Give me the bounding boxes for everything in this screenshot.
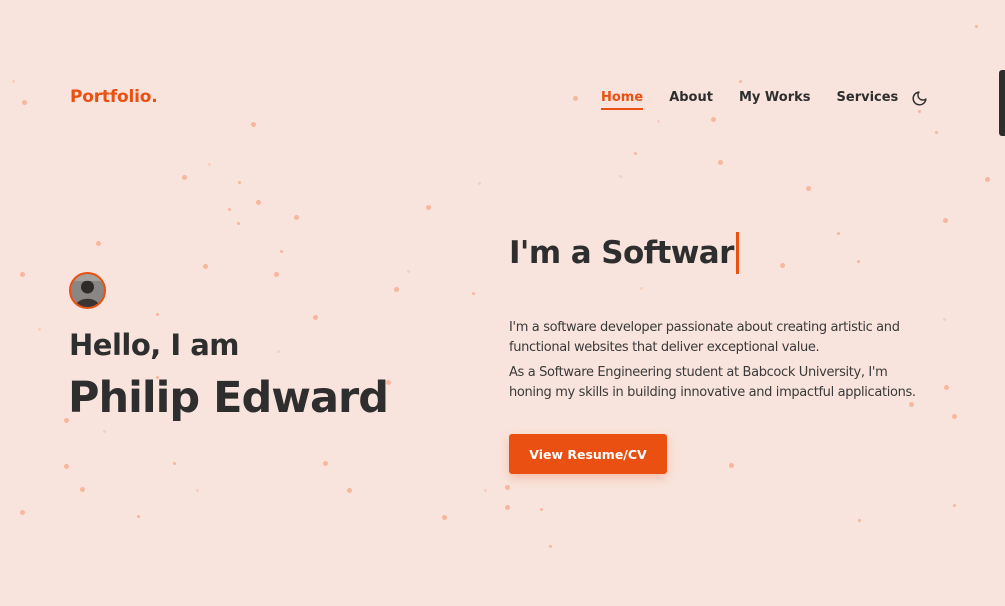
typing-cursor: [735, 232, 739, 274]
nav-item-home[interactable]: Home: [601, 90, 644, 110]
study-paragraph: As a Software Engineering student at Bab…: [509, 365, 916, 400]
scrollbar-thumb[interactable]: [999, 70, 1005, 136]
profile-photo: [71, 274, 104, 307]
greeting-text: Hello, I am: [69, 328, 240, 362]
typed-text: I'm a Softwar: [509, 235, 734, 271]
moon-icon: [912, 91, 927, 106]
nav-item-about[interactable]: About: [669, 90, 713, 105]
intro-paragraph: I'm a software developer passionate abou…: [509, 320, 900, 355]
avatar: [69, 272, 106, 309]
nav-item-services[interactable]: Services: [837, 90, 899, 105]
brand-logo[interactable]: Portfolio.: [70, 87, 158, 107]
view-resume-button[interactable]: View Resume/CV: [509, 434, 667, 474]
hero-name: Philip Edward: [68, 373, 389, 423]
main-nav: Home About My Works Services: [601, 90, 924, 110]
typed-headline: I'm a Softwar: [509, 232, 739, 274]
nav-item-my-works[interactable]: My Works: [739, 90, 811, 105]
theme-toggle-button[interactable]: [911, 90, 928, 107]
